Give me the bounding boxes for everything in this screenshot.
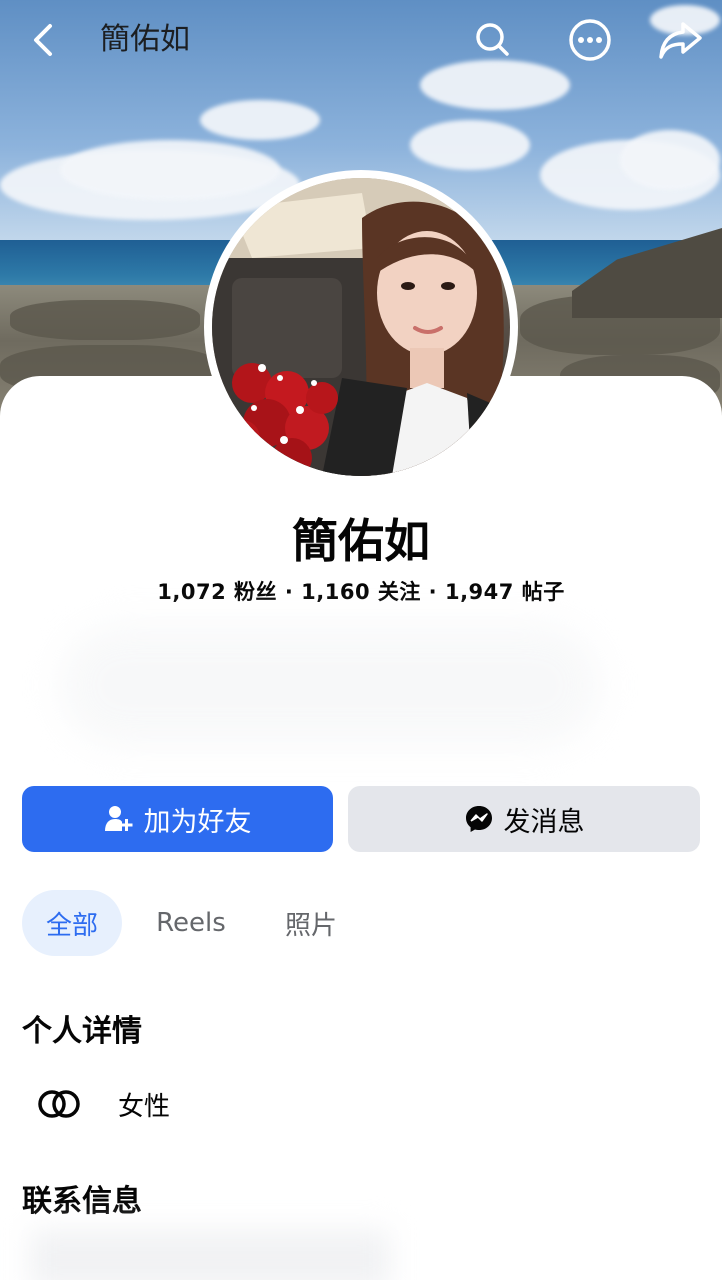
chevron-left-icon — [34, 24, 52, 56]
message-button[interactable]: 发消息 — [348, 786, 700, 852]
share-button[interactable] — [656, 16, 704, 64]
more-horizontal-icon — [569, 19, 611, 61]
more-options-button[interactable] — [566, 16, 614, 64]
gender-text: 女性 — [118, 1092, 171, 1122]
tab-photos[interactable]: 照片 — [278, 890, 344, 956]
top-bar: 簡佑如 — [0, 0, 722, 80]
avatar[interactable] — [204, 170, 518, 484]
profile-name: 簡佑如 — [292, 514, 430, 568]
message-label: 发消息 — [503, 806, 585, 838]
add-friend-button[interactable]: 加为好友 — [22, 786, 333, 852]
share-icon — [659, 22, 702, 59]
add-friend-icon — [104, 806, 132, 831]
add-friend-label: 加为好友 — [143, 806, 252, 838]
tab-all[interactable]: 全部 — [22, 890, 122, 956]
page-title: 簡佑如 — [100, 22, 190, 57]
back-button[interactable] — [22, 18, 66, 62]
profile-stats[interactable]: 1,072 粉丝 · 1,160 关注 · 1,947 帖子 — [0, 576, 722, 606]
redacted-contact — [30, 1230, 390, 1280]
redacted-bio — [60, 625, 600, 745]
details-section-title: 个人详情 — [22, 1014, 142, 1049]
search-icon — [476, 23, 509, 56]
profile-photo — [212, 178, 510, 476]
detail-item-gender — [36, 1080, 82, 1128]
contact-section-title: 联系信息 — [22, 1184, 142, 1219]
gender-icon — [38, 1090, 80, 1118]
search-button[interactable] — [468, 16, 516, 64]
messenger-icon — [465, 806, 492, 832]
tab-reels[interactable]: Reels — [148, 890, 234, 956]
